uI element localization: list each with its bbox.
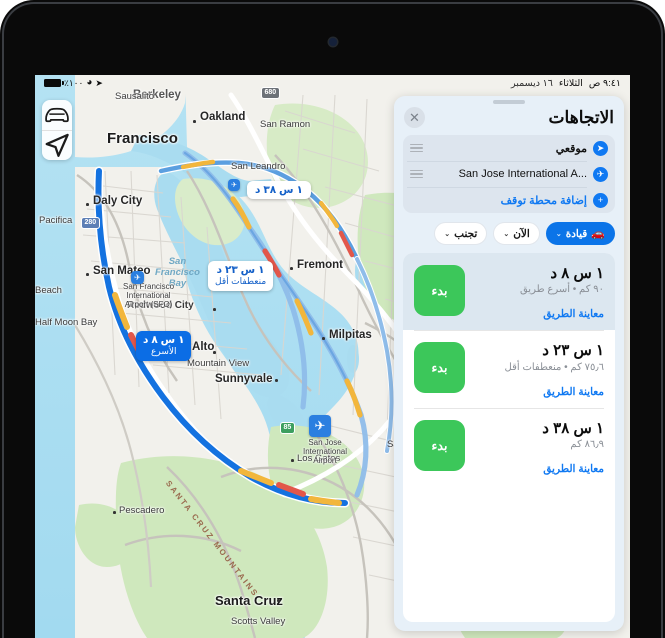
navigation-arrow-icon: ➤ [593,140,608,156]
route-info: ١ س ٢٣ د ٧٥٫٦ كم • منعطفات أقل معاينة ال… [473,342,604,397]
plus-icon: + [593,192,608,208]
car-icon [45,107,69,123]
route-duration: ١ س ٢٣ د [542,342,604,360]
route-option-row[interactable]: ١ س ٨ د ٩٠ كم • أسرع طريق معاينة الطريق … [403,253,615,331]
chevron-down-icon: ⌄ [555,230,562,238]
map-control-stack [42,100,72,160]
route-badge-fastest[interactable]: ١ س ٨ د الأسرع [136,331,192,361]
transport-mode-chip[interactable]: 🚗 قيادة ⌄ [545,222,615,245]
route-preview-link[interactable]: معاينة الطريق [473,308,604,320]
add-stop-label: إضافة محطة توقف [500,194,587,207]
origin-field[interactable]: ➤ موقعي [403,135,615,161]
highway-shield: 680 [261,87,280,99]
route-info: ١ س ٨ د ٩٠ كم • أسرع طريق معاينة الطريق [473,265,604,320]
avoid-options-chip[interactable]: تجنب ⌄ [434,222,488,245]
close-icon[interactable]: ✕ [404,107,425,128]
route-badge-sub: الأسرع [150,346,177,357]
route-option-row[interactable]: ١ س ٣٨ د ٨٦٫٩ كم معاينة الطريق بدء [403,407,615,485]
airport-marker-oak[interactable]: ✈ [228,179,240,191]
route-duration: ١ س ٨ د [550,265,604,282]
start-route-button[interactable]: بدء [414,265,465,316]
start-route-button[interactable]: بدء [414,419,465,471]
destination-value: San Jose International A... [458,168,587,180]
screen: Francisco Oakland Santa Cruz Daly City S… [35,75,630,638]
fields-wrapper: ➤ موقعي ✈ San Jose International A... + … [394,135,624,213]
route-meta: ٩٠ كم • أسرع طريق [519,284,604,296]
route-preview-link[interactable]: معاينة الطريق [473,386,604,398]
route-meta: ٧٥٫٦ كم • منعطفات أقل [504,361,604,373]
route-badge-time: ١ س ٣٨ د [255,184,303,196]
locate-me-button[interactable] [42,130,72,160]
destination-field[interactable]: ✈ San Jose International A... [403,161,615,187]
route-badge-alt-2[interactable]: ١ س ٣٨ د [247,181,311,200]
front-camera [328,38,337,46]
route-fields: ➤ موقعي ✈ San Jose International A... + … [403,135,615,213]
start-route-button[interactable]: بدء [414,342,465,394]
add-stop-row[interactable]: + إضافة محطة توقف [403,187,615,213]
route-option-row[interactable]: ١ س ٢٣ د ٧٥٫٦ كم • منعطفات أقل معاينة ال… [403,330,615,407]
highway-shield: 280 [81,217,100,229]
departure-time-label: الآن [513,227,530,240]
transport-mode-button[interactable] [42,100,72,130]
location-arrow-icon [45,133,69,157]
airport-marker-sjc[interactable]: ✈ [309,415,331,437]
chevron-down-icon: ⌄ [444,230,451,238]
route-badge-time: ١ س ٨ د [143,334,185,346]
transport-mode-label: قيادة [565,227,588,240]
route-badge-time: ١ س ٢٣ د [216,264,265,276]
origin-value: موقعي [555,142,587,155]
departure-time-chip[interactable]: الآن ⌄ [493,222,540,245]
route-meta: ٨٦٫٩ كم [570,438,604,450]
tablet-device: Francisco Oakland Santa Cruz Daly City S… [0,0,665,638]
route-info: ١ س ٣٨ د ٨٦٫٩ كم معاينة الطريق [473,420,604,475]
car-icon: 🚗 [591,228,605,240]
panel-header: الاتجاهات ✕ [394,104,624,135]
airplane-icon: ✈ [593,166,608,182]
directions-panel: الاتجاهات ✕ ➤ موقعي ✈ San Jose Internati… [394,96,624,631]
highway-shield: 85 [280,422,295,434]
route-preview-link[interactable]: معاينة الطريق [473,463,604,475]
route-badge-alt-1[interactable]: ١ س ٢٣ د منعطفات أقل [208,261,274,291]
airport-marker-sfo[interactable]: ✈ [131,271,144,284]
page-title: الاتجاهات [548,107,614,127]
route-badge-sub: منعطفات أقل [215,276,267,287]
drag-handle-icon[interactable] [410,168,423,180]
routes-list: ١ س ٨ د ٩٠ كم • أسرع طريق معاينة الطريق … [403,253,615,622]
route-options-row: 🚗 قيادة ⌄ الآن ⌄ تجنب ⌄ [394,213,624,253]
drag-handle-icon[interactable] [410,142,423,154]
route-duration: ١ س ٣٨ د [542,419,604,437]
chevron-down-icon: ⌄ [503,230,510,238]
avoid-options-label: تجنب [454,227,478,240]
